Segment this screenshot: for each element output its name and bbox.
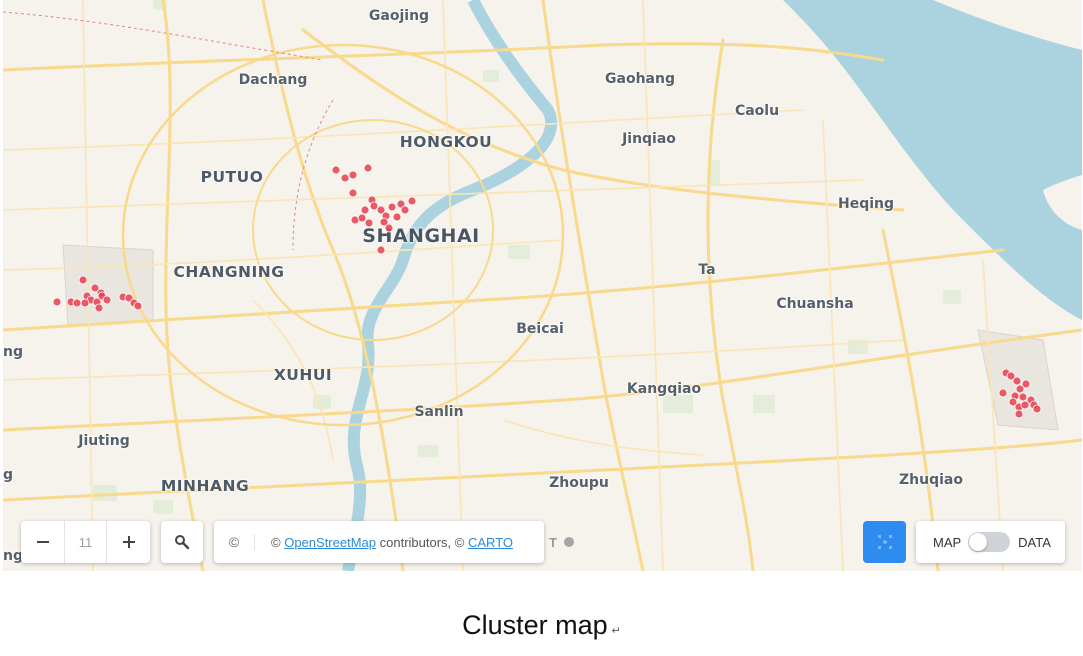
obscured-control: T <box>547 532 581 552</box>
cluster-point[interactable] <box>348 188 358 198</box>
map-canvas[interactable]: Gaojing Dachang Gaohang Caolu HONGKOU Jinqiao… <box>3 0 1082 571</box>
map-data-toggle: MAP DATA <box>916 521 1065 563</box>
zoom-in-button[interactable] <box>107 521 150 563</box>
cluster-point[interactable] <box>1015 384 1025 394</box>
zoom-control: 11 <box>21 521 150 563</box>
caption: Cluster map ↵ <box>0 610 1083 641</box>
osm-link[interactable]: OpenStreetMap <box>284 535 376 550</box>
paragraph-mark: ↵ <box>611 625 621 637</box>
plus-icon <box>122 536 135 548</box>
cluster-point[interactable] <box>331 165 341 175</box>
toggle-knob <box>969 533 988 551</box>
cluster-point[interactable] <box>94 303 104 313</box>
cluster-point[interactable] <box>360 205 370 215</box>
cluster-point[interactable] <box>1014 409 1024 419</box>
search-icon <box>175 535 190 550</box>
cluster-point[interactable] <box>348 170 358 180</box>
cluster-point[interactable] <box>357 213 367 223</box>
attribution-toggle[interactable]: © <box>214 534 255 550</box>
cluster-point[interactable] <box>392 212 402 222</box>
minus-icon <box>36 541 49 543</box>
attribution-prefix: © <box>271 534 281 550</box>
search-button[interactable] <box>161 521 203 563</box>
caption-text: Cluster map <box>462 610 608 640</box>
toggle-label-map: MAP <box>933 534 962 550</box>
cluster-point[interactable] <box>1012 376 1022 386</box>
cluster-point[interactable] <box>384 223 394 233</box>
cluster-point[interactable] <box>78 275 88 285</box>
svg-text:T: T <box>549 535 557 550</box>
cluster-point[interactable] <box>52 297 62 307</box>
cluster-point[interactable] <box>364 218 374 228</box>
cluster-icon <box>877 535 892 549</box>
attribution-middle: contributors, © <box>379 534 465 550</box>
cluster-point[interactable] <box>387 202 397 212</box>
cluster-point[interactable] <box>1018 392 1028 402</box>
toggle-switch[interactable] <box>968 532 1011 552</box>
cluster-point[interactable] <box>133 301 143 311</box>
cluster-points <box>52 163 1042 419</box>
cluster-point[interactable] <box>407 196 417 206</box>
cluster-point[interactable] <box>340 173 350 183</box>
cluster-point[interactable] <box>363 163 373 173</box>
cluster-point[interactable] <box>376 245 386 255</box>
attribution-panel: © © OpenStreetMap contributors, © CARTO <box>214 521 544 563</box>
cluster-point[interactable] <box>80 298 90 308</box>
cluster-point[interactable] <box>102 295 112 305</box>
cluster-mode-button[interactable] <box>863 521 906 563</box>
cluster-point[interactable] <box>400 205 410 215</box>
cluster-point[interactable] <box>72 298 82 308</box>
cluster-point[interactable] <box>1020 400 1030 410</box>
toggle-label-data: DATA <box>1018 534 1051 550</box>
attribution-text: © OpenStreetMap contributors, © CARTO <box>255 535 513 550</box>
cluster-point[interactable] <box>1032 404 1042 414</box>
cluster-point[interactable] <box>998 388 1008 398</box>
carto-link[interactable]: CARTO <box>468 535 513 550</box>
zoom-level: 11 <box>64 521 107 563</box>
zoom-out-button[interactable] <box>21 521 64 563</box>
